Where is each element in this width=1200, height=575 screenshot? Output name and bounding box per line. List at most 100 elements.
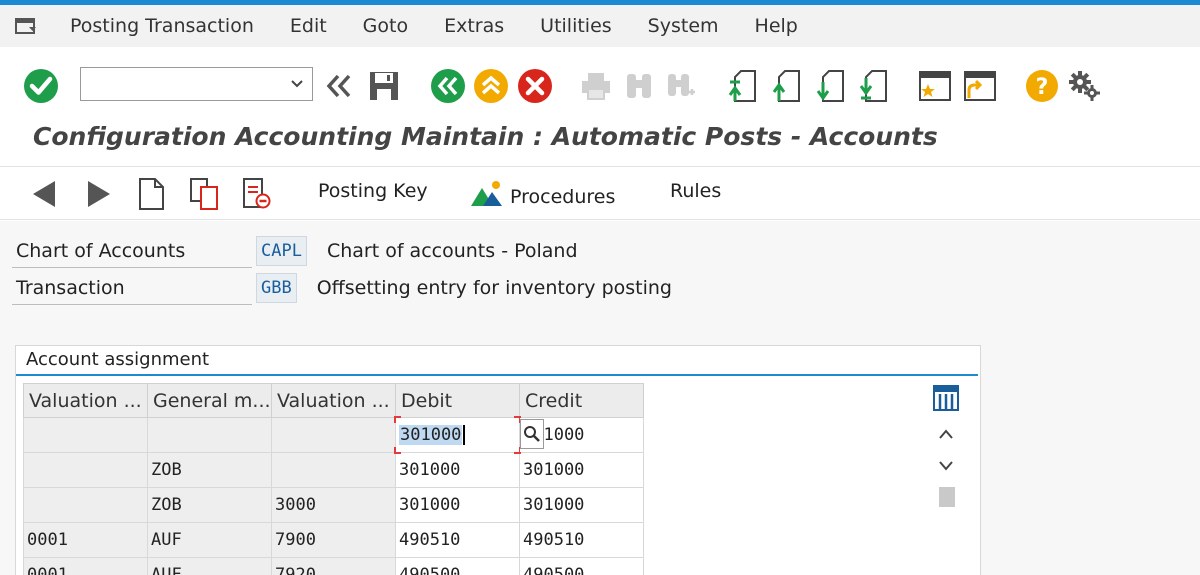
text-caret (463, 425, 466, 445)
scroll-down-icon[interactable] (931, 451, 961, 481)
column-settings-icon[interactable] (931, 383, 961, 413)
create-session-icon[interactable] (915, 67, 953, 105)
general-modifier-cell[interactable]: ZOB (147, 487, 272, 523)
next-entry-icon[interactable] (82, 176, 116, 212)
account-assignment-group: Account assignment Valuation ... General… (15, 345, 981, 575)
menu-utilities[interactable]: Utilities (522, 5, 630, 47)
general-modifier-cell[interactable]: ZOB (147, 452, 272, 488)
chevron-down-icon[interactable] (286, 73, 308, 95)
application-toolbar: Posting Key Procedures Rules (0, 168, 1200, 220)
column-header-general-modifier[interactable]: General m... (147, 383, 272, 418)
value-help-search-icon[interactable] (520, 419, 544, 449)
group-title-underline (16, 374, 978, 376)
account-assignment-table: Valuation ... General m... Valuation ...… (23, 383, 644, 575)
column-header-valuation-class[interactable]: Valuation ... (23, 383, 148, 418)
table-row: 0001 AUF 7920 490500 490500 (23, 557, 644, 575)
valuation-grouping-cell[interactable] (23, 417, 148, 453)
find-next-icon (662, 67, 700, 105)
credit-cell[interactable]: 301000 (519, 417, 644, 453)
exit-yellow-icon[interactable] (472, 67, 510, 105)
chart-of-accounts-label: Chart of Accounts (12, 234, 252, 268)
menu-edit[interactable]: Edit (272, 5, 345, 47)
menu-posting-transaction[interactable]: Posting Transaction (52, 5, 272, 47)
valuation-grouping-cell[interactable] (23, 452, 148, 488)
credit-cell[interactable]: 301000 (519, 487, 644, 523)
credit-cell[interactable]: 490510 (519, 522, 644, 558)
valuation-grouping-cell[interactable]: 0001 (23, 522, 148, 558)
previous-entry-icon[interactable] (27, 176, 61, 212)
chart-of-accounts-value: CAPL (256, 236, 307, 266)
table-header-row: Valuation ... General m... Valuation ...… (23, 383, 644, 418)
save-icon[interactable] (365, 67, 403, 105)
transaction-value: GBB (256, 273, 297, 303)
enter-check-icon[interactable] (22, 67, 60, 105)
transaction-label: Transaction (12, 271, 252, 305)
find-icon (620, 67, 658, 105)
posting-key-button[interactable]: Posting Key (318, 180, 428, 202)
valuation-class-cell[interactable] (271, 417, 396, 453)
account-assignment-title: Account assignment (26, 349, 210, 370)
column-header-debit[interactable]: Debit (395, 383, 520, 418)
menu-system[interactable]: System (630, 5, 737, 47)
print-icon (577, 67, 615, 105)
valuation-grouping-cell[interactable] (23, 487, 148, 523)
table-row: ZOB 3000 301000 301000 (23, 487, 644, 523)
valuation-class-cell[interactable] (271, 452, 396, 488)
main-content: Chart of Accounts CAPL Chart of accounts… (0, 221, 1200, 575)
debit-cell-focused[interactable]: 301000 (394, 416, 521, 454)
table-scroll-column (931, 383, 961, 575)
menu-toggle-icon[interactable] (0, 5, 52, 47)
credit-cell[interactable]: 490500 (519, 557, 644, 575)
title-bar: Configuration Accounting Maintain : Auto… (0, 115, 1200, 167)
page-title: Configuration Accounting Maintain : Auto… (33, 122, 938, 151)
first-page-icon[interactable] (724, 67, 762, 105)
back-double-icon[interactable] (320, 67, 358, 105)
back-green-icon[interactable] (429, 67, 467, 105)
debit-cell[interactable]: 301000 (395, 487, 520, 523)
cancel-red-icon[interactable] (516, 67, 554, 105)
table-row: 0001 AUF 7900 490510 490510 (23, 522, 644, 558)
rules-button[interactable]: Rules (670, 180, 721, 202)
help-icon[interactable]: ? (1023, 67, 1061, 105)
menu-help[interactable]: Help (737, 5, 816, 47)
valuation-class-cell[interactable]: 7920 (271, 557, 396, 575)
svg-text:?: ? (1036, 75, 1049, 100)
transaction-description: Offsetting entry for inventory posting (316, 277, 672, 299)
command-field[interactable] (80, 67, 313, 101)
debit-value: 301000 (399, 425, 463, 445)
chart-of-accounts-row: Chart of Accounts CAPL Chart of accounts… (12, 234, 578, 268)
menu-bar: Posting Transaction Edit Goto Extras Uti… (0, 5, 1200, 47)
new-entry-icon[interactable] (134, 176, 168, 212)
general-modifier-cell[interactable]: AUF (147, 522, 272, 558)
scroll-up-icon[interactable] (931, 419, 961, 449)
procedures-label: Procedures (510, 185, 616, 208)
command-input[interactable] (81, 68, 281, 100)
general-modifier-cell[interactable]: AUF (147, 557, 272, 575)
valuation-grouping-cell[interactable]: 0001 (23, 557, 148, 575)
menu-goto[interactable]: Goto (345, 5, 426, 47)
next-page-icon[interactable] (812, 67, 850, 105)
table-row: 301000 301000 (23, 416, 644, 454)
chart-of-accounts-description: Chart of accounts - Poland (326, 240, 578, 262)
previous-page-icon[interactable] (768, 67, 806, 105)
column-header-credit[interactable]: Credit (519, 383, 644, 418)
general-modifier-cell[interactable] (147, 417, 272, 453)
copy-entry-icon[interactable] (188, 176, 222, 212)
debit-cell[interactable]: 490510 (395, 522, 520, 558)
transaction-row: Transaction GBB Offsetting entry for inv… (12, 271, 672, 305)
valuation-class-cell[interactable]: 7900 (271, 522, 396, 558)
procedures-button[interactable]: Procedures (470, 180, 615, 213)
generate-shortcut-icon[interactable] (960, 67, 998, 105)
menu-extras[interactable]: Extras (426, 5, 522, 47)
table-row: ZOB 301000 301000 (23, 452, 644, 488)
valuation-class-cell[interactable]: 3000 (271, 487, 396, 523)
scrollbar-thumb[interactable] (939, 487, 955, 507)
last-page-icon[interactable] (855, 67, 893, 105)
credit-cell[interactable]: 301000 (519, 452, 644, 488)
debit-cell[interactable]: 490500 (395, 557, 520, 575)
delete-entry-icon[interactable] (240, 176, 274, 212)
debit-cell[interactable]: 301000 (395, 452, 520, 488)
customize-layout-icon[interactable] (1066, 67, 1104, 105)
posting-key-label: Posting Key (318, 180, 428, 202)
column-header-valuation-class-2[interactable]: Valuation ... (271, 383, 396, 418)
